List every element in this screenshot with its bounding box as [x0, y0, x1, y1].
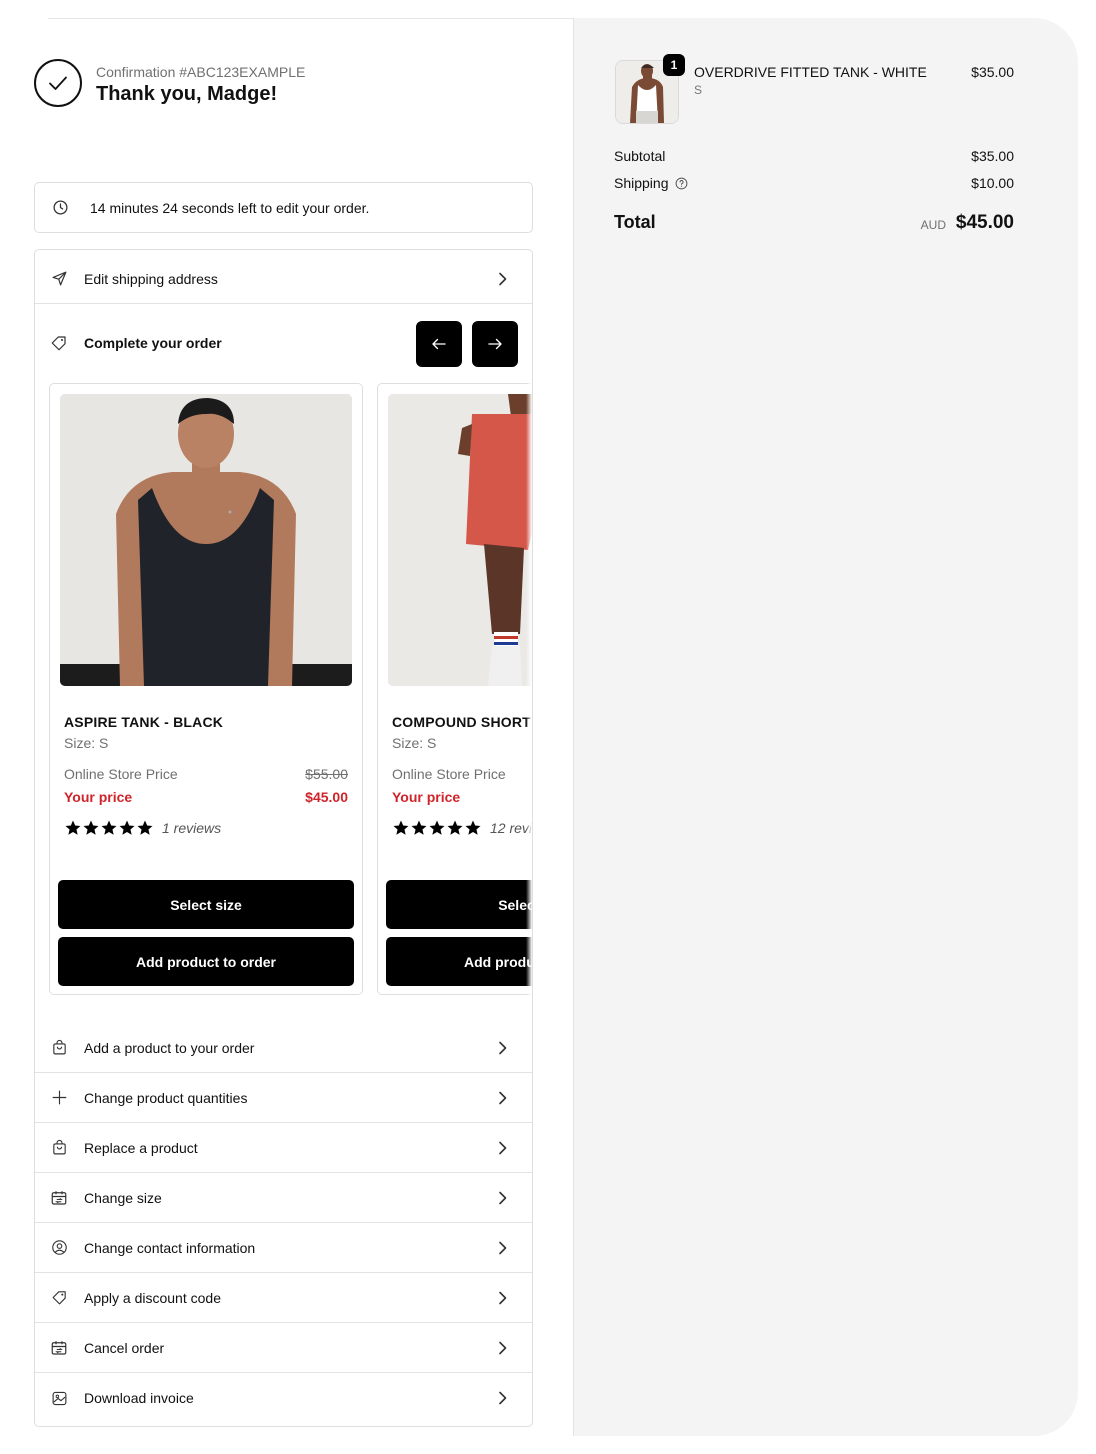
- select-size-button[interactable]: Select size: [58, 880, 354, 929]
- chevron-right-icon: [496, 1141, 510, 1155]
- edit-shipping-address-row[interactable]: Edit shipping address: [35, 254, 532, 304]
- rating-stars: 1 reviews: [64, 819, 221, 837]
- add-product-button[interactable]: Add product to order: [386, 937, 532, 986]
- cart-item-name: OVERDRIVE FITTED TANK - WHITE: [694, 64, 927, 80]
- complete-order-header: Complete your order: [50, 320, 222, 366]
- chevron-right-icon: [496, 1391, 510, 1405]
- star-icon: [118, 819, 136, 837]
- star-icon: [464, 819, 482, 837]
- send-icon: [50, 270, 68, 288]
- product-card: COMPOUND SHORTS Size: S Online Store Pri…: [377, 383, 532, 995]
- star-icon: [100, 819, 118, 837]
- product-size: Size: S: [64, 735, 109, 751]
- carousel-prev-button[interactable]: [416, 321, 462, 367]
- action-label: Change size: [84, 1189, 162, 1206]
- carousel-edge-fade: [526, 383, 532, 1013]
- order-actions-panel: Edit shipping address Complete your orde…: [34, 249, 533, 1427]
- action-label: Change product quantities: [84, 1089, 248, 1106]
- rating-stars: 12 reviews: [392, 819, 532, 837]
- download-invoice-row[interactable]: Download invoice: [35, 1373, 532, 1423]
- tag-icon: [50, 334, 68, 352]
- change-contact-row[interactable]: Change contact information: [35, 1223, 532, 1273]
- quantity-badge: 1: [663, 54, 685, 76]
- subtotal-value: $35.00: [971, 148, 1014, 164]
- shopping-bag-icon: [50, 1139, 68, 1157]
- chevron-right-icon: [496, 272, 510, 286]
- check-icon: [34, 59, 82, 107]
- online-price-label: Online Store Price: [64, 766, 178, 782]
- shopping-bag-icon: [50, 1039, 68, 1057]
- change-quantities-row[interactable]: Change product quantities: [35, 1073, 532, 1123]
- product-size: Size: S: [392, 735, 437, 751]
- edit-timer-banner: 14 minutes 24 seconds left to edit your …: [34, 182, 533, 233]
- product-carousel: ASPIRE TANK - BLACK Size: S Online Store…: [49, 383, 532, 1013]
- product-card: ASPIRE TANK - BLACK Size: S Online Store…: [49, 383, 363, 995]
- action-label: Cancel order: [84, 1339, 165, 1356]
- star-icon: [82, 819, 100, 837]
- action-label: Change contact information: [84, 1239, 256, 1256]
- total-currency: AUD: [920, 218, 946, 232]
- arrow-right-icon: [488, 338, 502, 350]
- review-count[interactable]: 1 reviews: [162, 820, 221, 836]
- apply-discount-row[interactable]: Apply a discount code: [35, 1273, 532, 1323]
- shipping-label: Shipping: [614, 175, 669, 191]
- complete-order-title: Complete your order: [84, 335, 222, 351]
- confirmation-number: Confirmation #ABC123EXAMPLE: [96, 64, 306, 80]
- your-price-label: Your price: [64, 789, 133, 805]
- shipping-value: $10.00: [971, 175, 1014, 191]
- action-label: Replace a product: [84, 1139, 198, 1156]
- chevron-right-icon: [496, 1241, 510, 1255]
- add-product-row[interactable]: Add a product to your order: [35, 1023, 532, 1073]
- add-product-button[interactable]: Add product to order: [58, 937, 354, 986]
- cart-item-variant: S: [694, 83, 703, 97]
- star-icon: [410, 819, 428, 837]
- plus-icon: [50, 1089, 68, 1107]
- total-label: Total: [614, 212, 656, 232]
- product-name: COMPOUND SHORTS: [392, 714, 532, 730]
- star-icon: [428, 819, 446, 837]
- action-label: Apply a discount code: [84, 1289, 221, 1306]
- your-price-label: Your price: [392, 789, 461, 805]
- chevron-right-icon: [496, 1341, 510, 1355]
- change-size-row[interactable]: Change size: [35, 1173, 532, 1223]
- image-icon: [50, 1389, 68, 1407]
- clock-icon: [51, 199, 69, 217]
- timer-text: 14 minutes 24 seconds left to edit your …: [90, 199, 370, 216]
- online-price-label: Online Store Price: [392, 766, 506, 782]
- chevron-right-icon: [496, 1091, 510, 1105]
- top-divider: [48, 18, 574, 19]
- product-image: [60, 394, 352, 686]
- action-label: Add a product to your order: [84, 1039, 255, 1056]
- calendar-swap-icon: [50, 1189, 68, 1207]
- carousel-next-button[interactable]: [472, 321, 518, 367]
- help-icon[interactable]: [675, 177, 688, 190]
- star-icon: [64, 819, 82, 837]
- cancel-order-row[interactable]: Cancel order: [35, 1323, 532, 1373]
- chevron-right-icon: [496, 1191, 510, 1205]
- star-icon: [446, 819, 464, 837]
- calendar-swap-icon: [50, 1339, 68, 1357]
- edit-shipping-label: Edit shipping address: [84, 270, 218, 287]
- total-value: $45.00: [955, 212, 1014, 233]
- cart-item-price: $35.00: [971, 64, 1014, 80]
- star-icon: [136, 819, 154, 837]
- product-image: [388, 394, 532, 686]
- user-circle-icon: [50, 1239, 68, 1257]
- select-size-button[interactable]: Select size: [386, 880, 532, 929]
- chevron-right-icon: [496, 1041, 510, 1055]
- subtotal-label: Subtotal: [614, 148, 666, 164]
- online-price: $55.00: [305, 766, 348, 782]
- star-icon: [392, 819, 410, 837]
- shipping-label-group: Shipping: [614, 175, 688, 191]
- chevron-right-icon: [496, 1291, 510, 1305]
- product-name: ASPIRE TANK - BLACK: [64, 714, 224, 730]
- page-title: Thank you, Madge!: [96, 83, 278, 105]
- tag-icon: [50, 1289, 68, 1307]
- replace-product-row[interactable]: Replace a product: [35, 1123, 532, 1173]
- action-label: Download invoice: [84, 1390, 194, 1406]
- arrow-left-icon: [432, 338, 446, 350]
- your-price: $45.00: [305, 789, 348, 805]
